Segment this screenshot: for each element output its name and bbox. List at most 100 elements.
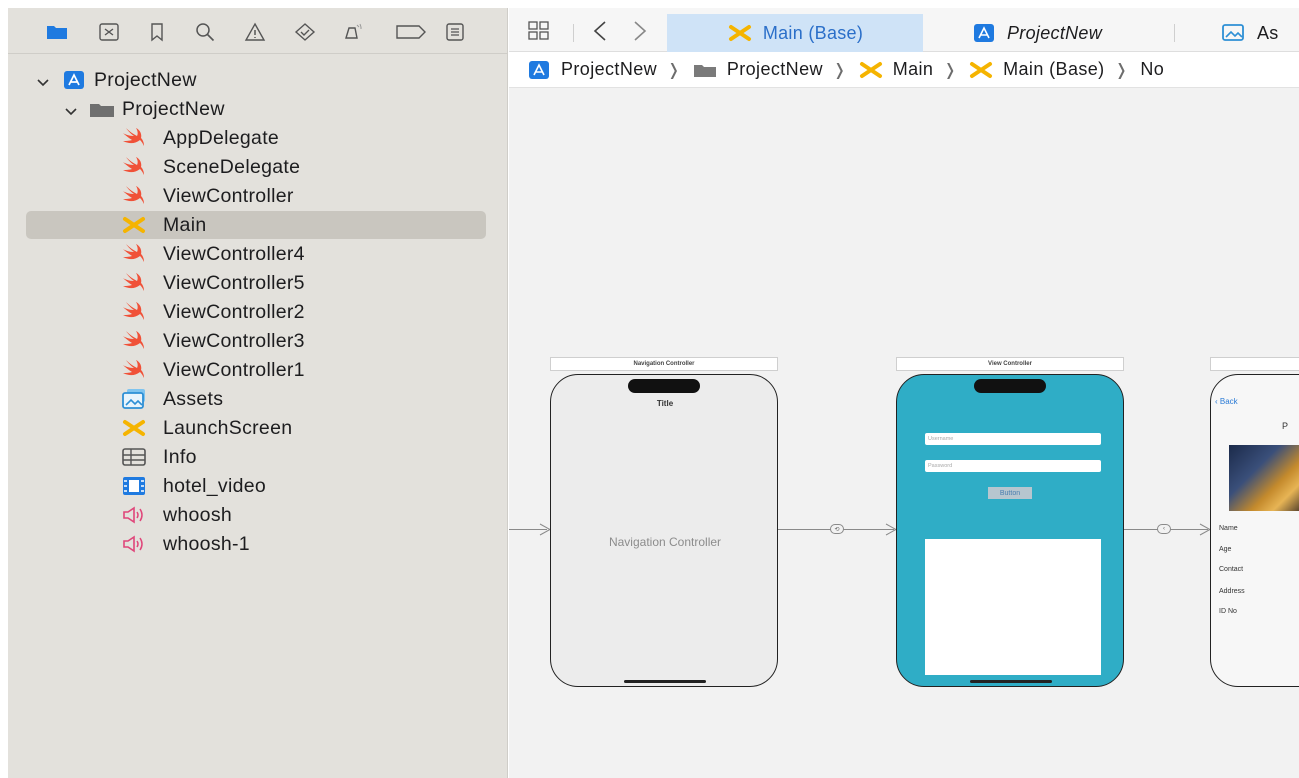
project-navigator: ProjectNew ProjectNew AppDelegate SceneDele… <box>8 8 508 778</box>
tree-item-projectnew[interactable]: ProjectNew <box>26 66 486 94</box>
swift-icon <box>120 359 148 381</box>
debug-icon[interactable] <box>342 22 364 42</box>
phone-notch <box>628 379 700 393</box>
tree-item-label: whoosh <box>163 503 233 526</box>
view-controller-scene[interactable]: Username Password Button <box>896 374 1124 687</box>
storyboard-icon <box>727 23 753 43</box>
jumpbar-item-main-base[interactable]: Main (Base) <box>969 59 1104 80</box>
back-arrow-icon[interactable] <box>589 20 613 42</box>
issue-icon[interactable] <box>244 22 266 42</box>
jumpbar-item-main[interactable]: Main <box>859 59 934 80</box>
tree-item-scenedelegate[interactable]: SceneDelegate <box>26 153 486 181</box>
content-view <box>925 539 1101 675</box>
tree-item-viewcontroller5[interactable]: ViewController5 <box>26 269 486 297</box>
tree-item-label: Main <box>163 213 207 236</box>
segue-icon[interactable]: ‹ <box>1157 524 1171 534</box>
username-field[interactable]: Username <box>925 433 1101 445</box>
tree-item-viewcontroller4[interactable]: ViewController4 <box>26 240 486 268</box>
plist-icon <box>120 446 148 468</box>
tab-main-base[interactable]: Main (Base) <box>667 14 923 52</box>
tab-label: Main (Base) <box>762 22 864 43</box>
tree-item-viewcontroller3[interactable]: ViewController3 <box>26 327 486 355</box>
grid-icon[interactable] <box>527 20 551 42</box>
tab-separator <box>573 24 574 42</box>
swift-icon <box>120 330 148 352</box>
report-icon[interactable] <box>444 22 466 42</box>
navigator-toolbar <box>8 8 508 54</box>
tree-item-main[interactable]: Main <box>26 211 486 239</box>
chevron-down-icon[interactable] <box>64 102 78 116</box>
jumpbar-item-project[interactable]: ProjectNew <box>527 59 657 80</box>
detail-scene[interactable]: ‹ Back P Name Age Contact Address ID No <box>1210 374 1299 687</box>
field-label-name: Name <box>1219 525 1238 532</box>
jumpbar-item-folder[interactable]: ProjectNew <box>693 59 823 80</box>
tree-item-label: LaunchScreen <box>163 416 293 439</box>
tab-bar: Main (Base) ProjectNew As <box>509 8 1299 52</box>
tree-item-label: ViewController5 <box>163 271 305 294</box>
audio-icon <box>120 533 148 555</box>
swift-icon <box>120 272 148 294</box>
tree-item-label: Assets <box>163 387 224 410</box>
forward-arrow-icon[interactable] <box>627 20 651 42</box>
test-icon[interactable] <box>294 22 316 42</box>
tree-item-viewcontroller1[interactable]: ViewController1 <box>26 356 486 384</box>
project-icon <box>60 69 88 91</box>
nav-title: Title <box>656 399 674 408</box>
tree-item-projectnew[interactable]: ProjectNew <box>26 95 486 123</box>
bookmark-icon[interactable] <box>146 22 168 42</box>
tree-item-whoosh-1[interactable]: whoosh-1 <box>26 530 486 558</box>
tab-projectnew[interactable]: ProjectNew <box>971 14 1171 52</box>
password-field[interactable]: Password <box>925 460 1101 472</box>
chevron-down-icon[interactable] <box>36 73 50 87</box>
tree-item-label: whoosh-1 <box>163 532 250 555</box>
breakpoint-icon[interactable] <box>394 22 428 42</box>
chevron-right-icon: ❭ <box>1114 61 1129 79</box>
scene-title-navigation[interactable]: Navigation Controller <box>550 357 778 371</box>
tree-item-info[interactable]: Info <box>26 443 486 471</box>
tree-item-label: ViewController3 <box>163 329 305 352</box>
field-label-id-no: ID No <box>1219 608 1237 615</box>
folder-icon[interactable] <box>46 22 68 42</box>
tree-item-viewcontroller[interactable]: ViewController <box>26 182 486 210</box>
jump-bar: ProjectNew ❭ ProjectNew ❭ Main ❭ Main (B… <box>509 52 1299 88</box>
tree-item-hotel-video[interactable]: hotel_video <box>26 472 486 500</box>
scene-title-view-controller[interactable]: View Controller <box>896 357 1124 371</box>
tree-item-label: ViewController2 <box>163 300 305 323</box>
tree-item-appdelegate[interactable]: AppDelegate <box>26 124 486 152</box>
detail-header: P <box>1282 421 1289 431</box>
tab-label: ProjectNew <box>1007 22 1103 43</box>
field-label-contact: Contact <box>1219 566 1244 573</box>
back-button[interactable]: ‹ Back <box>1215 397 1238 406</box>
tab-assets[interactable]: As <box>1221 14 1299 52</box>
tree-item-label: AppDelegate <box>163 126 280 149</box>
xcode-window: ProjectNew ProjectNew AppDelegate SceneDele… <box>0 0 1299 778</box>
tree-item-label: ViewController <box>163 184 294 207</box>
storyboard-icon <box>120 417 148 439</box>
source-control-icon[interactable] <box>98 22 120 42</box>
segue-icon[interactable]: ⟲ <box>830 524 844 534</box>
tree-item-launchscreen[interactable]: LaunchScreen <box>26 414 486 442</box>
tree-item-assets[interactable]: Assets <box>26 385 486 413</box>
tree-item-label: ViewController1 <box>163 358 305 381</box>
login-button[interactable]: Button <box>988 487 1032 499</box>
scene-title-detail[interactable] <box>1210 357 1299 371</box>
editor-area: Main (Base) ProjectNew As ProjectNew ❭ P… <box>509 8 1299 778</box>
tab-separator <box>1174 24 1175 42</box>
audio-icon <box>120 504 148 526</box>
jumpbar-item-scene[interactable]: No <box>1140 59 1164 80</box>
chevron-right-icon: ❭ <box>832 61 847 79</box>
tree-item-label: ProjectNew <box>122 97 225 120</box>
phone-notch <box>974 379 1046 393</box>
storyboard-icon <box>969 60 993 80</box>
navigation-controller-scene[interactable]: Title Navigation Controller <box>550 374 778 687</box>
folder-icon <box>693 60 717 80</box>
tree-item-viewcontroller2[interactable]: ViewController2 <box>26 298 486 326</box>
tree-item-whoosh[interactable]: whoosh <box>26 501 486 529</box>
storyboard-canvas[interactable]: Navigation Controller Title Navigation C… <box>509 88 1299 778</box>
swift-icon <box>120 301 148 323</box>
swift-icon <box>120 243 148 265</box>
project-icon <box>527 60 551 80</box>
find-icon[interactable] <box>194 22 216 42</box>
hotel-image <box>1229 445 1299 511</box>
storyboard-icon <box>859 60 883 80</box>
